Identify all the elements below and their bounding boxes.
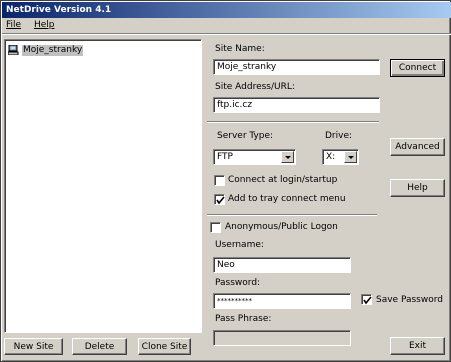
pass-phrase-input[interactable] [213, 330, 351, 346]
pass-phrase-label: Pass Phrase: [215, 314, 272, 324]
new-site-button[interactable]: New Site [4, 338, 63, 355]
server-type-value: FTP [217, 152, 233, 162]
computer-icon [7, 44, 19, 56]
menu-separator [2, 33, 451, 35]
site-address-label: Site Address/URL: [215, 82, 295, 92]
server-type-select[interactable]: FTP [213, 149, 296, 165]
site-list[interactable]: Moje_stranky [4, 39, 202, 333]
window-title: NetDrive Version 4.1 [2, 2, 451, 18]
connect-login-label: Connect at login/startup [228, 175, 338, 185]
tray-menu-checkbox[interactable] [214, 194, 225, 205]
exit-button[interactable]: Exit [390, 337, 445, 355]
drive-label: Drive: [325, 131, 353, 141]
netdrive-window: NetDrive Version 4.1 File Help Moje_stra… [0, 0, 451, 362]
section-divider [207, 214, 377, 216]
connect-button[interactable]: Connect [390, 59, 445, 77]
username-input[interactable] [213, 257, 351, 273]
advanced-button[interactable]: Advanced [390, 138, 445, 156]
site-name-input[interactable] [213, 59, 380, 75]
checkmark-icon [216, 196, 225, 205]
site-item-label: Moje_stranky [22, 44, 84, 56]
connect-login-checkbox[interactable] [214, 175, 225, 186]
anonymous-label: Anonymous/Public Logon [225, 222, 338, 232]
site-name-label: Site Name: [215, 44, 265, 54]
save-password-checkbox[interactable] [361, 294, 372, 305]
clone-site-button[interactable]: Clone Site [138, 338, 191, 355]
tray-menu-label: Add to tray connect menu [228, 194, 346, 204]
site-address-input[interactable] [213, 97, 380, 113]
password-input[interactable] [213, 293, 351, 309]
password-label: Password: [215, 278, 261, 288]
drive-value: X: [326, 152, 336, 162]
help-button[interactable]: Help [390, 179, 445, 197]
anonymous-checkbox[interactable] [210, 222, 221, 233]
chevron-down-icon[interactable] [281, 151, 294, 163]
server-type-label: Server Type: [217, 131, 274, 141]
menu-help[interactable]: Help [34, 20, 55, 30]
menu-bar: File Help [2, 18, 451, 32]
username-label: Username: [215, 240, 264, 250]
drive-select[interactable]: X: [322, 149, 359, 165]
site-item[interactable]: Moje_stranky [7, 44, 84, 56]
section-divider [207, 121, 379, 123]
checkmark-icon [363, 296, 372, 305]
save-password-label: Save Password [376, 295, 443, 305]
chevron-down-icon[interactable] [344, 151, 357, 163]
menu-file[interactable]: File [6, 20, 21, 30]
delete-button[interactable]: Delete [72, 338, 127, 355]
